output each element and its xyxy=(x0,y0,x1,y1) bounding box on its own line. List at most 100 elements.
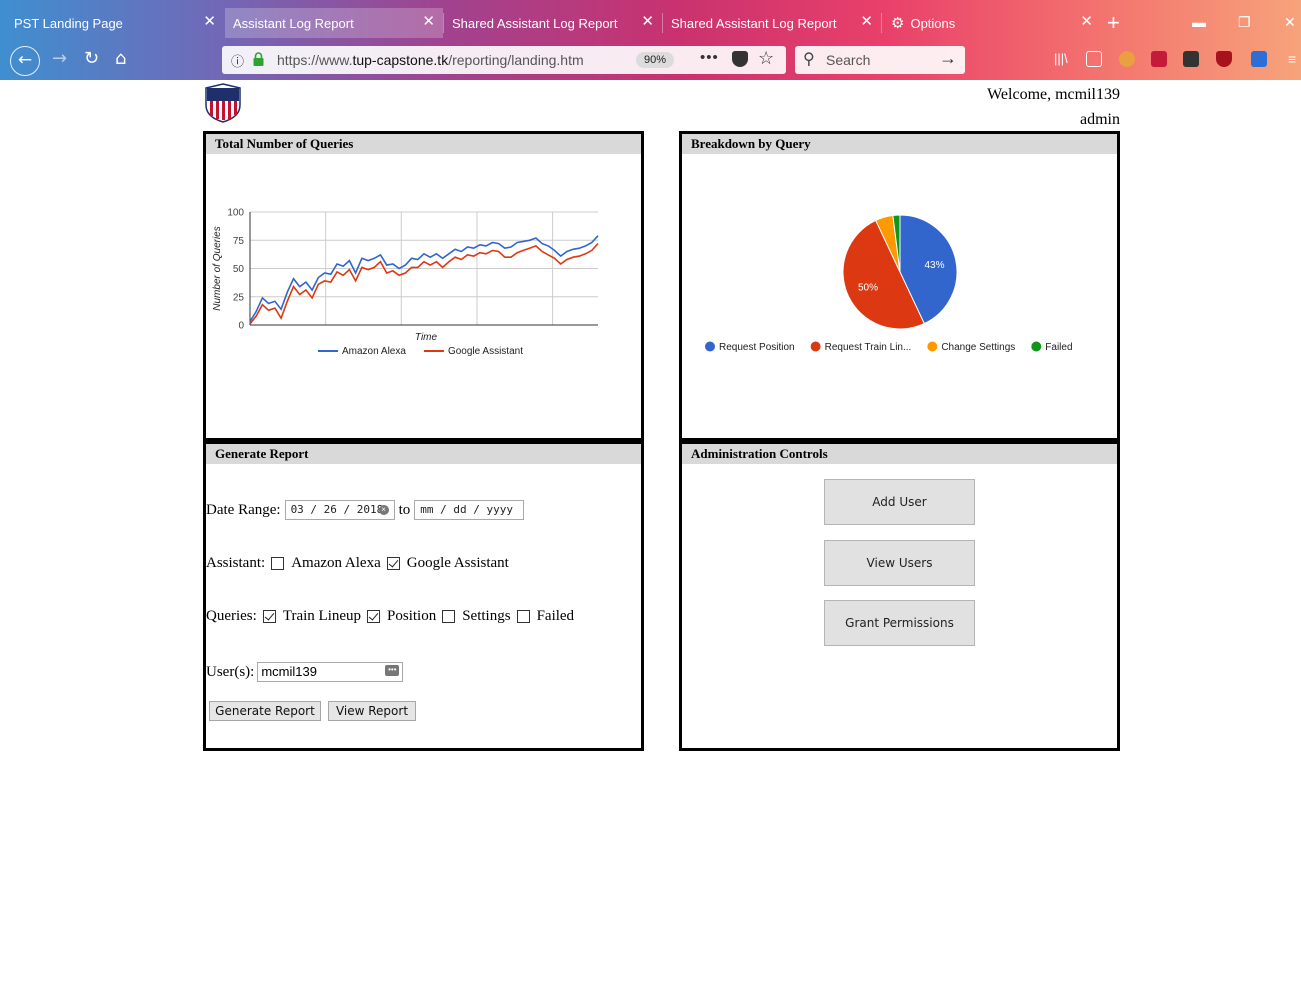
generate-report-button[interactable]: Generate Report xyxy=(209,701,321,721)
welcome-text: Welcome, mcmil139 xyxy=(987,86,1120,103)
tab-assistant-log-report[interactable]: Assistant Log Report ✕ xyxy=(225,8,443,38)
bookmark-star-icon[interactable]: ☆ xyxy=(758,48,774,69)
date-to-label: to xyxy=(398,501,411,518)
settings-checkbox[interactable] xyxy=(442,610,456,623)
ublock-icon[interactable] xyxy=(1216,51,1232,67)
search-icon: ⚲ xyxy=(803,51,815,68)
panel-title: Generate Report xyxy=(206,444,641,464)
pie-slice-label: 50% xyxy=(858,283,878,294)
dots-extension-icon[interactable] xyxy=(1183,51,1199,67)
panel-title: Administration Controls xyxy=(682,444,1117,464)
gear-icon: ⚙ xyxy=(891,15,905,32)
tab-label: Shared Assistant Log Report xyxy=(452,15,618,31)
close-icon[interactable]: ✕ xyxy=(641,14,654,30)
tab-shared-assistant-log-report[interactable]: Shared Assistant Log Report ✕ xyxy=(444,8,662,38)
date-to-input[interactable]: mm / dd / yyyy xyxy=(414,500,525,520)
browser-chrome: PST Landing Page ✕ Assistant Log Report … xyxy=(0,0,1301,80)
fox-extension-icon[interactable] xyxy=(1119,51,1135,67)
tab-separator xyxy=(881,13,882,33)
legend-label: Amazon Alexa xyxy=(342,346,406,357)
close-icon[interactable]: ✕ xyxy=(422,14,435,30)
url-path: /reporting/landing.htm xyxy=(448,52,584,68)
position-label: Position xyxy=(387,608,437,624)
tab-shared-assistant-log-report-2[interactable]: Shared Assistant Log Report ✕ xyxy=(663,8,881,38)
legend-label: Google Assistant xyxy=(448,346,523,357)
failed-checkbox[interactable] xyxy=(516,610,530,623)
train-lineup-checkbox[interactable] xyxy=(262,610,276,623)
y-axis-title: Number of Queries xyxy=(212,226,223,310)
settings-label: Settings xyxy=(462,608,511,624)
administration-panel: Administration Controls Add User View Us… xyxy=(679,441,1120,751)
url-text[interactable]: https://www.tup-capstone.tk/reporting/la… xyxy=(277,52,602,68)
y-tick-label: 100 xyxy=(227,208,244,219)
assistant-label: Assistant: xyxy=(206,555,266,571)
back-button[interactable]: ← xyxy=(10,46,40,76)
users-label: User(s): xyxy=(206,663,255,680)
pen-extension-icon[interactable] xyxy=(1151,51,1167,67)
panel-title: Breakdown by Query xyxy=(682,134,1117,154)
view-users-button[interactable]: View Users xyxy=(824,540,975,586)
google-assistant-checkbox[interactable] xyxy=(386,557,400,570)
close-icon[interactable]: ✕ xyxy=(203,14,216,30)
clear-icon[interactable]: × xyxy=(378,505,389,515)
panel-title: Total Number of Queries xyxy=(206,134,641,154)
y-tick-label: 0 xyxy=(238,321,244,332)
add-user-button[interactable]: Add User xyxy=(824,479,975,525)
total-queries-panel: Total Number of Queries 0 25 50 75 100 Time Nu… xyxy=(203,131,644,441)
x-axis-title: Time xyxy=(415,332,438,343)
users-input[interactable]: mcmil139 ••• xyxy=(257,662,404,682)
close-icon[interactable]: ✕ xyxy=(860,14,873,30)
page: Welcome, mcmil139 admin Total Number of … xyxy=(0,80,1301,1008)
amazon-alexa-label: Amazon Alexa xyxy=(291,555,381,571)
date-range-label: Date Range: xyxy=(206,501,281,518)
legend-label: Request Position xyxy=(719,342,795,353)
menu-icon[interactable]: ≡ xyxy=(1288,51,1298,67)
new-tab-button[interactable]: + xyxy=(1107,12,1120,34)
tab-pst-landing-page[interactable]: PST Landing Page ✕ xyxy=(6,8,224,38)
tab-options[interactable]: ⚙ Options ✕ xyxy=(883,8,1101,38)
tab-label: Assistant Log Report xyxy=(233,15,354,31)
queries-label: Queries: xyxy=(206,608,257,624)
autofill-icon[interactable]: ••• xyxy=(385,665,400,676)
tab-label: Options xyxy=(910,15,956,31)
legend-label: Failed xyxy=(1045,342,1072,353)
search-bar[interactable]: ⚲ Search → xyxy=(795,46,965,74)
failed-label: Failed xyxy=(536,608,575,624)
amazon-alexa-checkbox[interactable] xyxy=(271,557,285,570)
home-button[interactable]: ⌂ xyxy=(115,49,126,69)
grant-permissions-button[interactable]: Grant Permissions xyxy=(824,600,975,646)
window-close-button[interactable]: ✕ xyxy=(1284,14,1296,31)
forward-button[interactable]: → xyxy=(52,49,67,69)
users-row: User(s): mcmil139 ••• xyxy=(206,662,404,682)
legend-swatch xyxy=(705,341,715,352)
restore-button[interactable]: ❐ xyxy=(1238,14,1251,31)
tab-label: Shared Assistant Log Report xyxy=(671,15,837,31)
close-icon[interactable]: ✕ xyxy=(1080,14,1093,30)
page-actions-icon[interactable]: ••• xyxy=(700,49,719,66)
url-prefix: https://www. xyxy=(277,52,353,68)
date-from-input[interactable]: 03 / 26 / 2018 × xyxy=(284,500,395,520)
legend-label: Change Settings xyxy=(941,342,1015,353)
y-tick-label: 25 xyxy=(233,292,245,303)
zoom-badge[interactable]: 90% xyxy=(636,52,674,68)
series-line xyxy=(249,235,599,323)
reload-button[interactable]: ↻ xyxy=(84,49,99,69)
minimize-button[interactable]: ▬ xyxy=(1192,14,1206,30)
view-report-button[interactable]: View Report xyxy=(328,701,416,721)
sidebar-icon[interactable] xyxy=(1086,51,1102,67)
queries-row: Queries: Train Lineup Position Settings … xyxy=(206,608,574,625)
date-range-row: Date Range: 03 / 26 / 2018 × to mm / dd … xyxy=(206,500,525,520)
tab-label: PST Landing Page xyxy=(14,15,123,31)
legend-swatch xyxy=(810,341,821,352)
library-icon[interactable]: |||\ xyxy=(1054,51,1070,67)
arrow-right-icon[interactable]: → xyxy=(939,48,957,69)
lock-icon xyxy=(253,52,264,66)
url-bar[interactable]: ⓘ https://www.tup-capstone.tk/reporting/… xyxy=(222,46,786,74)
pie-chart: 43% 50% Request Position Request Train Lin.… xyxy=(705,214,1073,353)
breakdown-panel: Breakdown by Query 43% 50% Request Positio… xyxy=(679,131,1120,441)
legend-swatch xyxy=(927,341,938,352)
notification-extension-icon[interactable] xyxy=(1251,51,1267,67)
position-checkbox[interactable] xyxy=(367,610,381,623)
pocket-icon[interactable] xyxy=(732,51,748,67)
info-icon[interactable]: ⓘ xyxy=(231,51,244,70)
